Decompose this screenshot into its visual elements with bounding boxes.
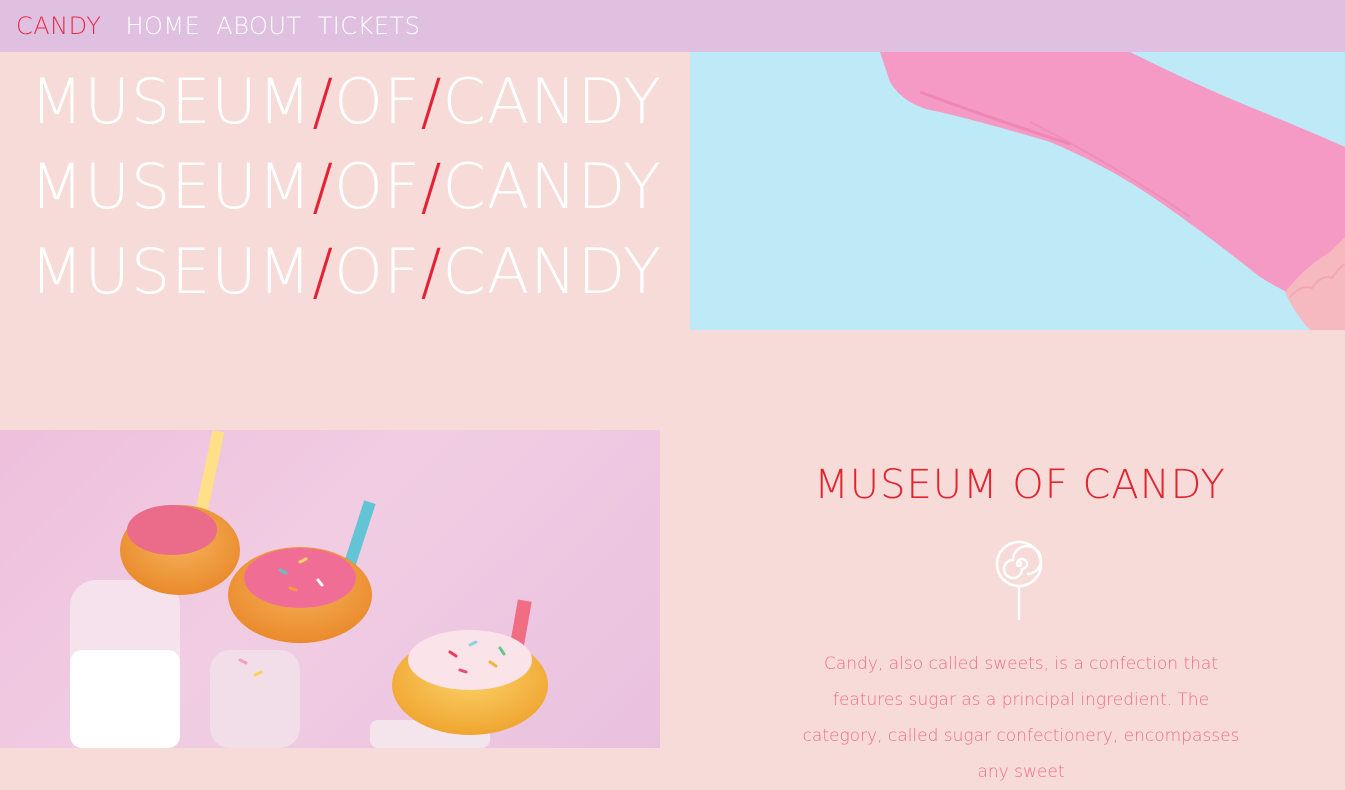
nav-link-home[interactable]: HOME bbox=[125, 12, 200, 40]
hero-title-block: MUSEUM/OF/CANDY MUSEUM/OF/CANDY MUSEUM/O… bbox=[0, 52, 690, 330]
nav-link-about[interactable]: ABOUT bbox=[216, 12, 301, 40]
section-title: MUSEUM OF CANDY bbox=[814, 462, 1226, 508]
donuts-image bbox=[0, 430, 660, 748]
glove-illustration bbox=[690, 52, 1345, 330]
top-nav: CANDY HOME ABOUT TICKETS bbox=[0, 0, 1345, 52]
about-paragraph: Candy, also called sweets, is a confecti… bbox=[802, 654, 1240, 782]
nav-link-tickets[interactable]: TICKETS bbox=[318, 12, 421, 40]
hero-line: MUSEUM/OF/CANDY bbox=[30, 150, 662, 223]
glove-donut-image bbox=[690, 52, 1345, 330]
lollipop-icon bbox=[994, 540, 1044, 626]
hero-line: MUSEUM/OF/CANDY bbox=[30, 65, 662, 138]
donuts-illustration bbox=[70, 430, 548, 748]
about-section: MUSEUM OF CANDY Candy, also called sweet… bbox=[660, 430, 1345, 782]
hero-line: MUSEUM/OF/CANDY bbox=[30, 235, 662, 308]
brand-logo[interactable]: CANDY bbox=[16, 12, 101, 40]
